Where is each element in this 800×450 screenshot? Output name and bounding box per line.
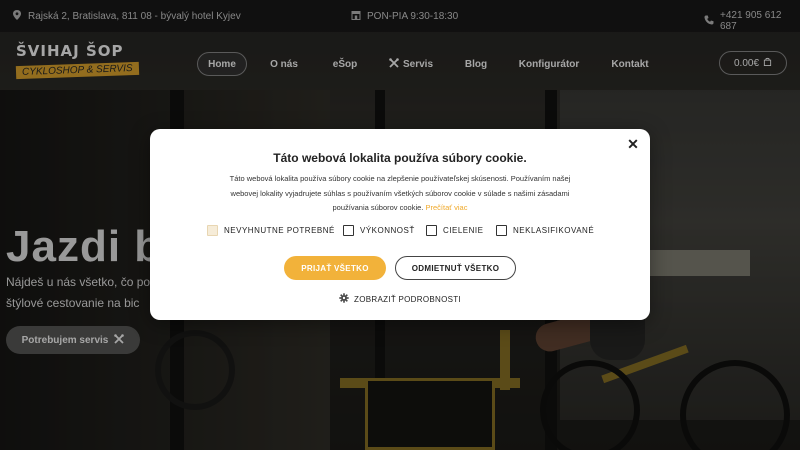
checkbox-necessary: NEVYHNUTNE POTREBNÉ (207, 225, 335, 236)
checkbox-unclassified[interactable]: NEKLASIFIKOVANÉ (496, 225, 594, 236)
checkbox-performance[interactable]: VÝKONNOSŤ (343, 225, 415, 236)
show-details-button[interactable]: ZOBRAZIŤ PODROBNOSTI (150, 293, 650, 305)
reject-all-button[interactable]: ODMIETNUŤ VŠETKO (395, 256, 516, 280)
checkbox-necessary-box (207, 225, 218, 236)
checkbox-performance-box[interactable] (343, 225, 354, 236)
show-details-label: ZOBRAZIŤ PODROBNOSTI (354, 294, 461, 304)
cookie-dialog-title: Táto webová lokalita používa súbory cook… (273, 151, 527, 165)
accept-all-button[interactable]: PRIJAŤ VŠETKO (284, 256, 386, 280)
cookie-description-text: Táto webová lokalita používa súbory cook… (229, 174, 571, 212)
checkbox-targeting-box[interactable] (426, 225, 437, 236)
cookie-description: Táto webová lokalita používa súbory cook… (216, 172, 584, 216)
checkbox-unclassified-box[interactable] (496, 225, 507, 236)
cookie-consent-dialog: ✕ Táto webová lokalita používa súbory co… (150, 129, 650, 320)
cookie-categories: NEVYHNUTNE POTREBNÉ VÝKONNOSŤ CIELENIE N… (150, 225, 650, 237)
gear-icon (339, 293, 349, 305)
read-more-link[interactable]: Prečítať viac (425, 203, 467, 212)
checkbox-targeting[interactable]: CIELENIE (426, 225, 483, 236)
close-icon[interactable]: ✕ (626, 137, 640, 151)
